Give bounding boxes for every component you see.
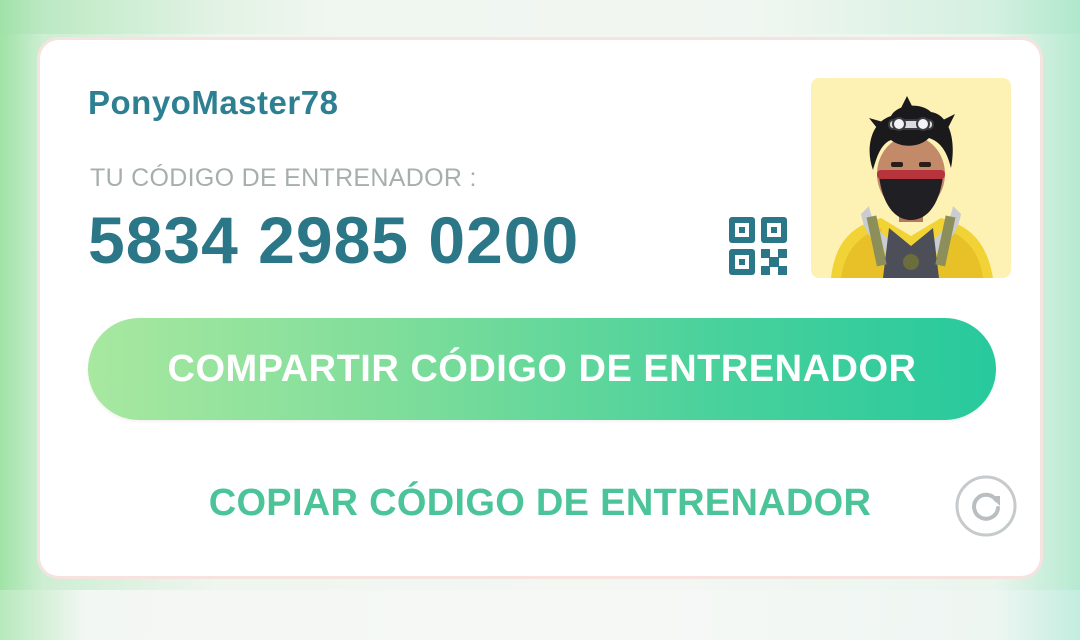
- background-top: [0, 0, 1080, 34]
- trainer-avatar[interactable]: [811, 78, 1011, 278]
- refresh-icon[interactable]: [954, 474, 1018, 538]
- trainer-avatar-illustration: [831, 96, 993, 278]
- qr-code-icon[interactable]: [729, 217, 787, 275]
- trainer-code-value: 5834 2985 0200: [88, 203, 580, 277]
- background-bottom: [0, 590, 1080, 640]
- copy-trainer-code-button[interactable]: COPIAR CÓDIGO DE ENTRENADOR: [195, 482, 885, 525]
- trainer-username: PonyoMaster78: [88, 84, 339, 121]
- trainer-code-label: TU CÓDIGO DE ENTRENADOR :: [90, 164, 477, 192]
- share-trainer-code-button[interactable]: COMPARTIR CÓDIGO DE ENTRENADOR: [88, 318, 996, 420]
- trainer-code-card: PonyoMaster78 TU CÓDIGO DE ENTRENADOR : …: [37, 37, 1043, 579]
